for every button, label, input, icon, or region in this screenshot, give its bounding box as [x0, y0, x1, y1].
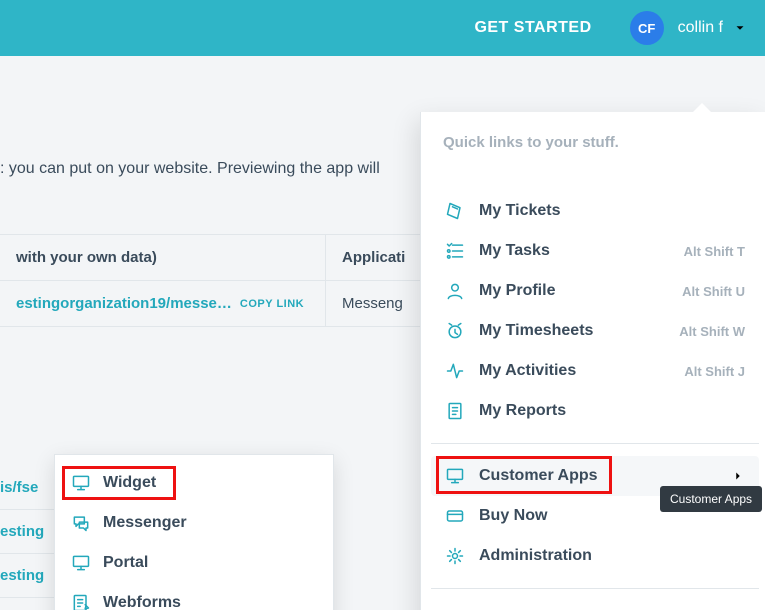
- webforms-icon: [71, 593, 91, 610]
- menu-item-label: Messenger: [103, 514, 187, 532]
- stub-link[interactable]: esting: [0, 567, 44, 584]
- quick-link-administration[interactable]: Administration: [431, 536, 759, 576]
- quick-link-label: My Reports: [479, 402, 745, 420]
- monitor-icon: [445, 466, 465, 486]
- menu-item-label: Widget: [103, 474, 156, 492]
- table-left-stubs: is/fse esting esting is/fse: [0, 466, 60, 610]
- page-content: : you can put on your website. Previewin…: [0, 56, 765, 327]
- quick-link-label: My Tasks: [479, 242, 670, 260]
- menu-item-label: Portal: [103, 554, 148, 572]
- quick-link-label: My Tickets: [479, 202, 745, 220]
- col-header-url: with your own data): [0, 235, 326, 281]
- quick-link-label: Customer Apps: [479, 467, 717, 485]
- quick-link-my-tasks[interactable]: My Tasks Alt Shift T: [431, 231, 759, 271]
- separator: [431, 443, 759, 444]
- separator: [431, 588, 759, 589]
- quick-links-dropdown: Quick links to your stuff. My Tickets My …: [420, 112, 765, 610]
- tooltip: Customer Apps: [660, 486, 762, 512]
- quick-link-label: My Profile: [479, 282, 668, 300]
- monitor-icon: [71, 553, 91, 573]
- quick-links-heading: Quick links to your stuff.: [421, 112, 765, 191]
- quick-link-my-timesheets[interactable]: My Timesheets Alt Shift W: [431, 311, 759, 351]
- tasks-icon: [445, 241, 465, 261]
- chevron-down-icon: [733, 21, 747, 35]
- get-started-button[interactable]: GET STARTED: [444, 0, 621, 56]
- quick-link-change-language-en-[interactable]: Change Language (en): [431, 601, 759, 610]
- user-menu-button[interactable]: collin f: [672, 0, 765, 56]
- menu-item-label: Webforms: [103, 594, 181, 610]
- report-icon: [445, 401, 465, 421]
- messenger-icon: [71, 513, 91, 533]
- quick-link-my-reports[interactable]: My Reports: [431, 391, 759, 431]
- app-url-link[interactable]: estingorganization19/messe…: [16, 295, 232, 312]
- stub-link[interactable]: esting: [0, 523, 44, 540]
- shortcut-label: Alt Shift W: [679, 324, 745, 339]
- profile-icon: [445, 281, 465, 301]
- stub-link[interactable]: is/fse: [0, 479, 38, 496]
- shortcut-label: Alt Shift U: [682, 284, 745, 299]
- copy-link-button[interactable]: COPY LINK: [240, 298, 304, 310]
- widget-type-menu: WidgetMessengerPortalWebformsKnowledgeba…: [54, 454, 334, 610]
- quick-link-my-tickets[interactable]: My Tickets: [431, 191, 759, 231]
- widget-menu-item-webforms[interactable]: Webforms: [55, 583, 333, 610]
- widget-menu-item-messenger[interactable]: Messenger: [55, 503, 333, 543]
- activity-icon: [445, 361, 465, 381]
- clock-icon: [445, 321, 465, 341]
- quick-link-label: My Timesheets: [479, 322, 665, 340]
- top-bar: GET STARTED CF collin f: [0, 0, 765, 56]
- avatar[interactable]: CF: [630, 11, 664, 45]
- monitor-icon: [71, 473, 91, 493]
- quick-link-label: My Activities: [479, 362, 670, 380]
- card-icon: [445, 506, 465, 526]
- widget-menu-item-portal[interactable]: Portal: [55, 543, 333, 583]
- quick-link-label: Administration: [479, 547, 745, 565]
- username-label: collin f: [678, 19, 723, 37]
- widget-menu-item-widget[interactable]: Widget: [55, 463, 333, 503]
- quick-links-list: My Tickets My Tasks Alt Shift T My Profile A…: [421, 191, 765, 610]
- table-cell-url: estingorganization19/messe… COPY LINK: [0, 281, 326, 327]
- quick-link-my-activities[interactable]: My Activities Alt Shift J: [431, 351, 759, 391]
- chevron-right-icon: [731, 469, 745, 483]
- shortcut-label: Alt Shift J: [684, 364, 745, 379]
- quick-link-my-profile[interactable]: My Profile Alt Shift U: [431, 271, 759, 311]
- ticket-icon: [445, 201, 465, 221]
- dropdown-caret: [693, 103, 711, 112]
- shortcut-label: Alt Shift T: [684, 244, 745, 259]
- gear-icon: [445, 546, 465, 566]
